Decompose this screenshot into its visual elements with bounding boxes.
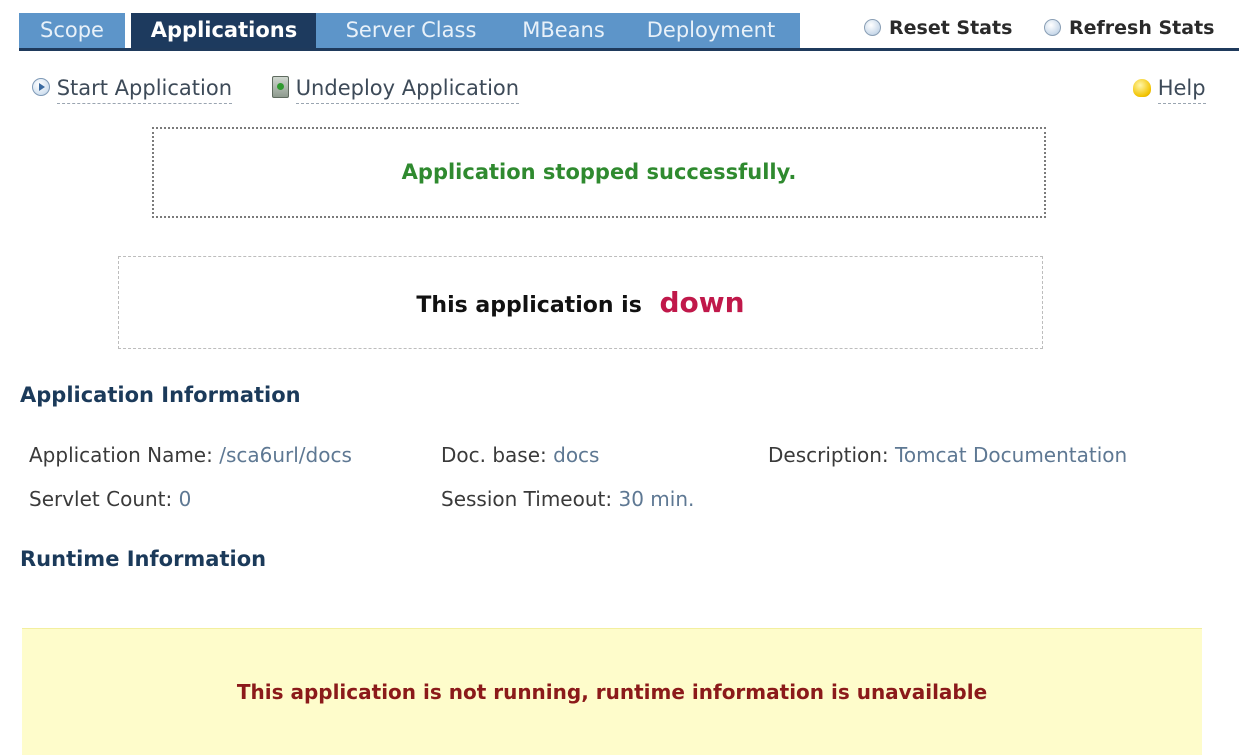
session-timeout-label: Session Timeout: [441, 487, 613, 511]
servlet-count-label: Servlet Count: [29, 487, 173, 511]
reset-stats-button[interactable]: Reset Stats [864, 17, 1012, 39]
session-timeout-value: 30 min. [618, 487, 695, 511]
start-application-button[interactable]: Start Application [32, 76, 232, 104]
doc-base-label: Doc. base: [441, 443, 547, 467]
tab-mbeans[interactable]: MBeans [496, 13, 631, 48]
runtime-notice-box: This application is not running, runtime… [22, 628, 1202, 755]
status-value: down [659, 286, 745, 319]
play-icon [32, 78, 50, 96]
lightbulb-icon [1133, 79, 1151, 97]
tab-scope[interactable]: Scope [19, 13, 125, 48]
application-name-field: Application Name: /sca6url/docs [29, 443, 352, 467]
servlet-count-value: 0 [178, 487, 192, 511]
help-link[interactable]: Help [1133, 76, 1206, 104]
session-timeout-field: Session Timeout: 30 min. [441, 487, 694, 511]
tab-applications[interactable]: Applications [131, 13, 317, 48]
status-box: This application is down [118, 256, 1043, 349]
doc-base-field: Doc. base: docs [441, 443, 599, 467]
undeploy-application-button[interactable]: Undeploy Application [272, 76, 520, 104]
refresh-stats-label: Refresh Stats [1069, 17, 1215, 39]
undeploy-application-label: Undeploy Application [295, 76, 520, 104]
start-application-label: Start Application [56, 76, 232, 104]
success-message: Application stopped successfully. [401, 160, 797, 184]
runtime-notice: This application is not running, runtime… [236, 680, 988, 704]
reset-icon [864, 19, 881, 36]
refresh-icon [1044, 19, 1061, 36]
refresh-stats-button[interactable]: Refresh Stats [1044, 17, 1214, 39]
tab-server-class[interactable]: Server Class [316, 13, 506, 48]
tab-deployment[interactable]: Deployment [622, 13, 800, 48]
application-name-label: Application Name: [29, 443, 213, 467]
description-value: Tomcat Documentation [895, 443, 1128, 467]
doc-base-value: docs [553, 443, 600, 467]
reset-stats-label: Reset Stats [889, 17, 1013, 39]
servlet-count-field: Servlet Count: 0 [29, 487, 191, 511]
description-label: Description: [768, 443, 889, 467]
application-information-heading: Application Information [20, 383, 301, 407]
undeploy-icon [272, 76, 289, 98]
application-name-value: /sca6url/docs [219, 443, 352, 467]
help-label: Help [1157, 76, 1206, 104]
status-prefix: This application is [416, 293, 642, 318]
description-field: Description: Tomcat Documentation [768, 443, 1127, 467]
success-message-box: Application stopped successfully. [152, 127, 1046, 218]
runtime-information-heading: Runtime Information [20, 547, 267, 571]
